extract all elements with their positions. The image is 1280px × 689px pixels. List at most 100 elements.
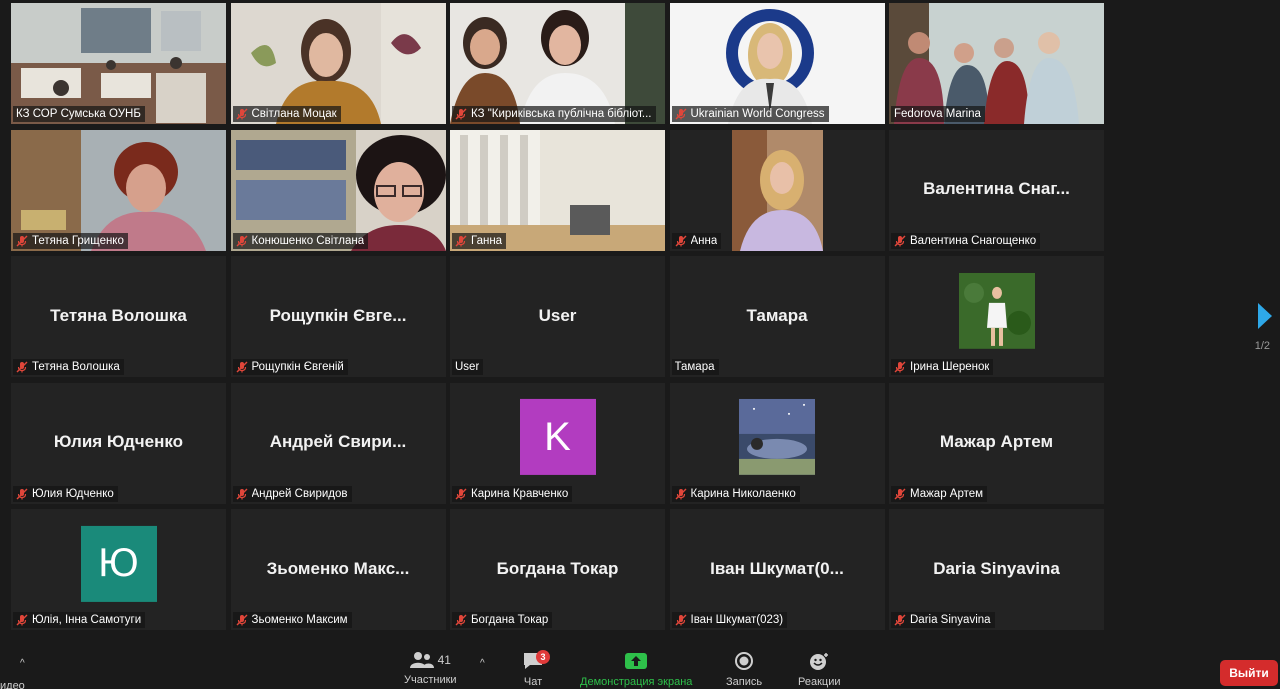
participant-tile[interactable]: Fedorova Marina (889, 3, 1104, 124)
next-page-arrow-icon[interactable] (1258, 303, 1272, 329)
participant-name: Ірина Шеренок (910, 361, 990, 373)
participant-name-label: Анна (671, 232, 722, 249)
participant-avatar: Ю (80, 525, 157, 602)
participant-tile[interactable]: Зьоменко Макс... Зьоменко Максим (230, 509, 446, 630)
participant-name: Богдана Токар (471, 614, 549, 626)
participant-display-name: Валентина Снаг... (923, 179, 1070, 198)
record-icon (735, 652, 754, 670)
participant-display-name: Тамара (746, 305, 808, 325)
participant-tile[interactable]: КЗ СОР Сумська ОУНБ (11, 3, 226, 124)
reactions-button[interactable]: Реакции (798, 652, 841, 688)
participant-tile[interactable]: Тамара Тамара (669, 256, 885, 377)
video-options-caret-icon[interactable]: ^ (20, 658, 25, 669)
muted-mic-icon (16, 235, 28, 246)
participant-name: Світлана Моцак (251, 108, 337, 120)
participant-tile[interactable]: Юлия Юдченко Юлия Юдченко (11, 382, 226, 504)
participant-photo (958, 272, 1035, 349)
participant-display-name: Daria Sinyavina (933, 558, 1060, 578)
participant-name-label: Ukrainian World Congress (671, 106, 829, 122)
participants-button[interactable]: 41 Участники (404, 652, 457, 686)
participant-tile[interactable]: Іван Шкумат(0... Іван Шкумат(023) (669, 509, 885, 630)
share-screen-button[interactable]: Демонстрация экрана (580, 652, 692, 688)
video-button[interactable]: идео (0, 680, 25, 689)
participant-name-label: Зьоменко Максим (232, 612, 352, 628)
participants-caret-icon[interactable]: ^ (480, 658, 485, 669)
participant-name: Юлия Юдченко (32, 487, 114, 500)
participant-name-label: Богдана Токар (452, 612, 553, 628)
participant-name: User (455, 361, 480, 373)
muted-mic-icon (236, 488, 247, 499)
participant-name: Юлія, Інна Самотуги (32, 614, 142, 626)
participant-name-label: Мажар Артем (891, 485, 988, 502)
meeting-toolbar: ^ идео 41 Участники ^ Чат 3 Демонстрация… (0, 640, 1280, 689)
muted-mic-icon (675, 235, 686, 246)
muted-mic-icon (236, 235, 247, 246)
participant-photo (739, 398, 815, 475)
muted-mic-icon (455, 235, 467, 246)
participant-tile[interactable]: Андрей Свири... Андрей Свиридов (230, 382, 446, 504)
muted-mic-icon (236, 361, 247, 373)
participant-name: КЗ СОР Сумська ОУНБ (16, 108, 141, 120)
participant-display-name: Богдана Токар (496, 558, 619, 578)
participant-name: Зьоменко Максим (251, 614, 348, 626)
participant-tile[interactable]: K Карина Кравченко (450, 382, 665, 504)
participant-tile[interactable]: Тетяна Грищенко (11, 129, 226, 251)
participant-name-label: Світлана Моцак (232, 106, 341, 122)
participant-name-label: КЗ "Кириківська публічна бібліот... (452, 106, 656, 122)
participant-tile[interactable]: Ukrainian World Congress (669, 3, 885, 124)
participant-display-name: Мажар Артем (939, 432, 1054, 451)
participant-tile[interactable]: Карина Николаенко (669, 382, 885, 504)
participant-name-label: Юлия Юдченко (13, 485, 118, 502)
participant-tile[interactable]: Конюшенко Світлана (230, 129, 446, 251)
participant-name-label: Тетяна Волошка (13, 359, 124, 375)
participant-tile[interactable]: КЗ "Кириківська публічна бібліот... (450, 3, 665, 124)
video-gallery-grid: КЗ СОР Сумська ОУНБ Світлана Моцак КЗ "К… (11, 3, 1104, 630)
zoom-gallery-window: КЗ СОР Сумська ОУНБ Світлана Моцак КЗ "К… (0, 0, 1280, 689)
participant-tile[interactable]: Богдана Токар Богдана Токар (450, 509, 665, 630)
participant-name-label: Daria Sinyavina (891, 612, 995, 628)
participant-name: Fedorova Marina (894, 108, 981, 120)
participant-tile[interactable]: Тетяна Волошка Тетяна Волошка (11, 256, 226, 377)
muted-mic-icon (455, 108, 467, 120)
participant-name-label: Валентина Снагощенко (891, 232, 1041, 249)
record-button[interactable]: Запись (726, 652, 762, 688)
participant-name-label: Рощупкін Євгеній (232, 359, 348, 375)
muted-mic-icon (675, 614, 686, 626)
participant-tile[interactable]: Валентина Снаг... Валентина Снагощенко (889, 129, 1104, 251)
participant-name: Ukrainian World Congress (690, 108, 825, 120)
participant-tile[interactable]: Анна (669, 129, 885, 251)
participant-tile[interactable]: Мажар Артем Мажар Артем (889, 382, 1104, 504)
participant-name-label: Fedorova Marina (891, 106, 985, 122)
participant-name-label: Юлія, Інна Самотуги (13, 612, 146, 628)
participants-label: Участники (404, 674, 457, 686)
leave-meeting-button[interactable]: Выйти (1220, 660, 1278, 686)
participant-name: Тетяна Грищенко (32, 234, 124, 247)
page-indicator: 1/2 (1254, 340, 1270, 352)
record-label: Запись (726, 676, 763, 688)
participant-name: Рощупкін Євгеній (251, 361, 344, 373)
chat-unread-badge: 3 (536, 650, 550, 664)
participant-name: КЗ "Кириківська публічна бібліот... (471, 108, 652, 120)
participant-tile[interactable]: Ганна (450, 129, 665, 251)
participant-tile[interactable]: Рощупкін Євге... Рощупкін Євгеній (230, 256, 446, 377)
participant-name-label: Ганна (452, 232, 507, 249)
participant-tile[interactable]: Ю Юлія, Інна Самотуги (11, 509, 226, 630)
muted-mic-icon (894, 235, 906, 246)
participant-tile[interactable]: Світлана Моцак (230, 3, 446, 124)
participant-name: Анна (690, 234, 718, 247)
participant-name-label: КЗ СОР Сумська ОУНБ (13, 106, 145, 122)
participant-name-label: Ірина Шеренок (891, 359, 994, 375)
muted-mic-icon (236, 614, 247, 626)
video-label: идео (0, 680, 25, 689)
participant-name: Іван Шкумат(023) (690, 614, 784, 626)
participant-name-label: Тетяна Грищенко (13, 232, 128, 249)
muted-mic-icon (894, 488, 906, 499)
participant-name: Тамара (674, 361, 715, 373)
participant-tile[interactable]: User User (450, 256, 665, 377)
participant-name: Тетяна Волошка (32, 361, 120, 373)
reactions-icon (810, 653, 829, 670)
participant-tile[interactable]: Daria Sinyavina Daria Sinyavina (889, 509, 1104, 630)
participant-name: Валентина Снагощенко (910, 234, 1037, 247)
participant-tile[interactable]: Ірина Шеренок (889, 256, 1104, 377)
participant-display-name: Юлия Юдченко (53, 432, 184, 451)
